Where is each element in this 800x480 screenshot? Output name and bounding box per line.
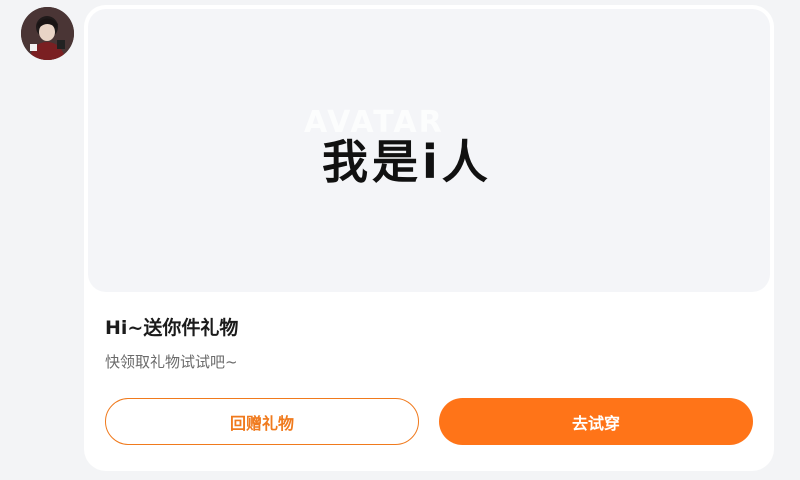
gift-subtitle: 快领取礼物试试吧~ xyxy=(105,353,238,371)
avatar[interactable] xyxy=(21,7,74,60)
try-on-button[interactable]: 去试穿 xyxy=(439,398,753,445)
gift-banner-image: AVATAR 我是i人 xyxy=(88,9,770,292)
banner-text: 我是i人 xyxy=(322,135,492,189)
user-avatar-photo-icon xyxy=(21,7,74,60)
gift-title: Hi~送你件礼物 xyxy=(105,317,239,339)
return-gift-button[interactable]: 回赠礼物 xyxy=(105,398,419,445)
gift-card: AVATAR 我是i人 Hi~送你件礼物 快领取礼物试试吧~ 回赠礼物 去试穿 xyxy=(84,5,774,471)
